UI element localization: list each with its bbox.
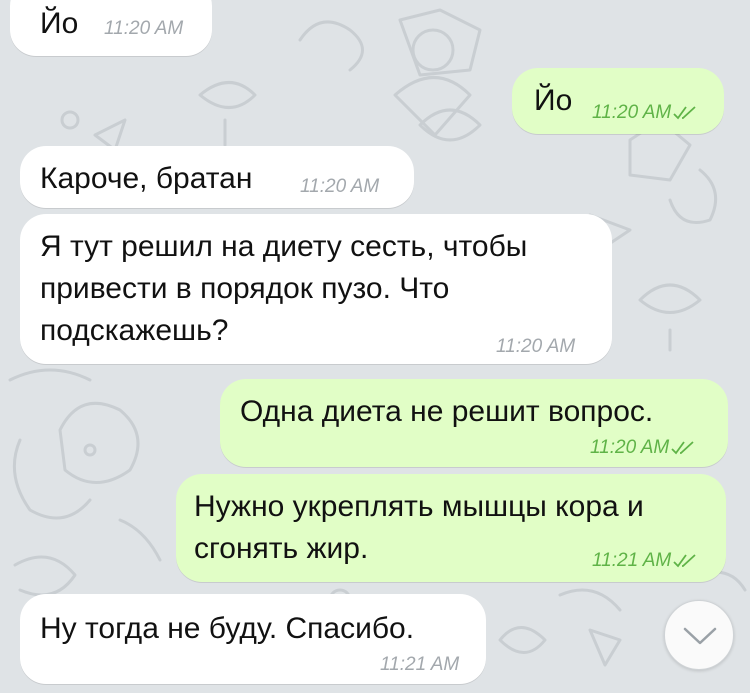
message-time: 11:20 AM xyxy=(590,437,695,459)
message-bubble-outgoing[interactable]: Одна диета не решит вопрос. 11:20 AM xyxy=(220,379,728,467)
message-text: Ну тогда не буду. Спасибо. xyxy=(40,612,415,645)
message-bubble-incoming[interactable]: Я тут решил на диету сесть, чтобы привес… xyxy=(20,214,612,364)
message-time: 11:20 AM xyxy=(592,102,697,124)
message-bubble-incoming[interactable]: Кароче, братан 11:20 AM xyxy=(20,146,414,208)
message-text: Одна диета не решит вопрос. xyxy=(240,395,654,428)
message-text: Йо xyxy=(534,84,573,117)
message-bubble-incoming[interactable]: Йо 11:20 AM xyxy=(10,0,212,56)
message-time: 11:20 AM xyxy=(496,336,576,357)
message-bubble-outgoing[interactable]: Нужно укреплять мышцы кора и сгонять жир… xyxy=(176,474,726,582)
double-check-icon xyxy=(671,441,694,455)
message-text: Я тут решил на диету сесть, чтобы привес… xyxy=(40,230,528,347)
chevron-down-icon xyxy=(683,627,717,645)
double-check-icon xyxy=(673,554,696,568)
message-text: Йо xyxy=(40,7,79,40)
double-check-icon xyxy=(673,106,696,120)
scroll-to-bottom-button[interactable] xyxy=(664,600,734,670)
message-time: 11:21 AM xyxy=(592,550,697,572)
message-text: Кароче, братан xyxy=(40,162,253,195)
chat-area: Йо 11:20 AM Йо 11:20 AM Кароче, братан 1… xyxy=(0,0,750,693)
message-text: Нужно укреплять мышцы кора и сгонять жир… xyxy=(194,490,644,565)
message-bubble-outgoing[interactable]: Йо 11:20 AM xyxy=(512,68,724,134)
message-time: 11:20 AM xyxy=(300,176,380,197)
message-time: 11:20 AM xyxy=(104,18,184,39)
message-time: 11:21 AM xyxy=(380,654,460,675)
message-bubble-incoming[interactable]: Ну тогда не буду. Спасибо. 11:21 AM xyxy=(20,594,486,684)
